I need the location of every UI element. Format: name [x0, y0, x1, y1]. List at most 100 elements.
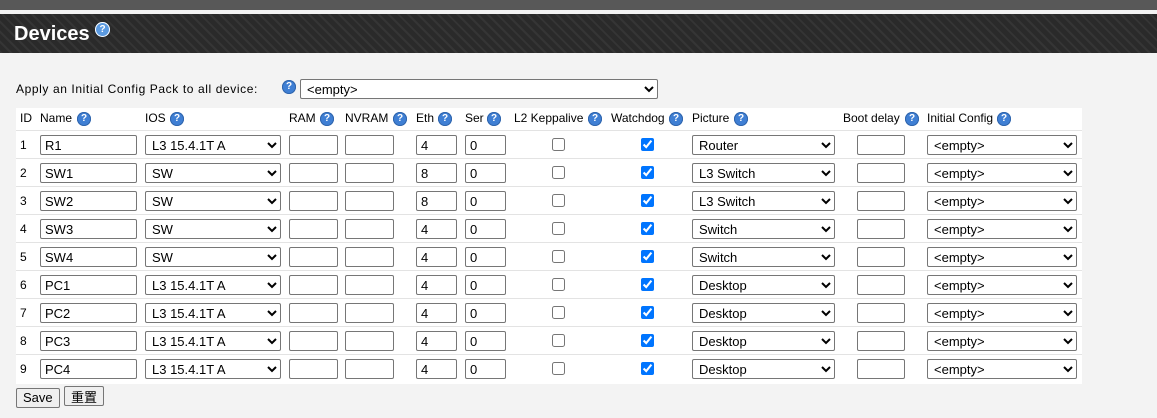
device-l2-keepalive-checkbox[interactable]	[552, 334, 565, 347]
device-watchdog-checkbox[interactable]	[641, 138, 654, 151]
device-ser-input[interactable]	[465, 135, 506, 155]
save-button[interactable]: Save	[16, 387, 60, 408]
device-picture-select[interactable]: Desktop	[692, 275, 835, 295]
device-l2-keepalive-checkbox[interactable]	[552, 250, 565, 263]
device-watchdog-checkbox[interactable]	[641, 166, 654, 179]
device-ios-select[interactable]: L3 15.4.1T A	[145, 275, 281, 295]
device-ram-input[interactable]	[289, 275, 338, 295]
device-ram-input[interactable]	[289, 247, 338, 267]
help-icon[interactable]: ?	[393, 112, 407, 126]
device-watchdog-checkbox[interactable]	[641, 222, 654, 235]
help-icon[interactable]: ?	[320, 112, 334, 126]
device-ios-select[interactable]: SW	[145, 163, 281, 183]
device-ser-input[interactable]	[465, 275, 506, 295]
device-nvram-input[interactable]	[345, 275, 394, 295]
device-ram-input[interactable]	[289, 219, 338, 239]
reset-button[interactable]: 重置	[63, 386, 104, 406]
help-icon[interactable]: ?	[734, 112, 748, 126]
device-watchdog-checkbox[interactable]	[641, 194, 654, 207]
device-nvram-input[interactable]	[345, 303, 394, 323]
device-eth-input[interactable]	[416, 219, 457, 239]
device-ser-input[interactable]	[465, 219, 506, 239]
help-icon[interactable]: ?	[669, 112, 683, 126]
device-picture-select[interactable]: L3 Switch	[692, 163, 835, 183]
device-initial-config-select[interactable]: <empty>	[927, 247, 1077, 267]
device-ios-select[interactable]: SW	[145, 247, 281, 267]
device-ser-input[interactable]	[465, 163, 506, 183]
device-ios-select[interactable]: SW	[145, 191, 281, 211]
device-nvram-input[interactable]	[345, 219, 394, 239]
device-watchdog-checkbox[interactable]	[641, 334, 654, 347]
device-picture-select[interactable]: Switch	[692, 219, 835, 239]
device-ios-select[interactable]: L3 15.4.1T A	[145, 331, 281, 351]
device-picture-select[interactable]: Desktop	[692, 303, 835, 323]
device-boot-delay-input[interactable]	[857, 359, 905, 379]
device-ser-input[interactable]	[465, 359, 506, 379]
device-initial-config-select[interactable]: <empty>	[927, 135, 1077, 155]
apply-config-select[interactable]: <empty>	[300, 79, 658, 99]
device-boot-delay-input[interactable]	[857, 247, 905, 267]
device-ser-input[interactable]	[465, 247, 506, 267]
device-name-input[interactable]	[40, 275, 137, 295]
device-initial-config-select[interactable]: <empty>	[927, 219, 1077, 239]
device-boot-delay-input[interactable]	[857, 275, 905, 295]
device-eth-input[interactable]	[416, 275, 457, 295]
device-name-input[interactable]	[40, 331, 137, 351]
device-watchdog-checkbox[interactable]	[641, 306, 654, 319]
device-eth-input[interactable]	[416, 331, 457, 351]
help-icon[interactable]: ?	[95, 22, 110, 37]
device-boot-delay-input[interactable]	[857, 219, 905, 239]
device-initial-config-select[interactable]: <empty>	[927, 359, 1077, 379]
device-nvram-input[interactable]	[345, 163, 394, 183]
device-l2-keepalive-checkbox[interactable]	[552, 194, 565, 207]
device-picture-select[interactable]: Desktop	[692, 359, 835, 379]
device-eth-input[interactable]	[416, 247, 457, 267]
device-initial-config-select[interactable]: <empty>	[927, 331, 1077, 351]
device-watchdog-checkbox[interactable]	[641, 362, 654, 375]
device-picture-select[interactable]: L3 Switch	[692, 191, 835, 211]
device-boot-delay-input[interactable]	[857, 331, 905, 351]
device-ser-input[interactable]	[465, 191, 506, 211]
device-boot-delay-input[interactable]	[857, 135, 905, 155]
device-eth-input[interactable]	[416, 359, 457, 379]
help-icon[interactable]: ?	[77, 112, 91, 126]
device-boot-delay-input[interactable]	[857, 163, 905, 183]
device-initial-config-select[interactable]: <empty>	[927, 303, 1077, 323]
device-ram-input[interactable]	[289, 191, 338, 211]
device-l2-keepalive-checkbox[interactable]	[552, 222, 565, 235]
device-l2-keepalive-checkbox[interactable]	[552, 138, 565, 151]
device-eth-input[interactable]	[416, 135, 457, 155]
device-name-input[interactable]	[40, 191, 137, 211]
help-icon[interactable]: ?	[905, 112, 919, 126]
device-ios-select[interactable]: L3 15.4.1T A	[145, 303, 281, 323]
device-l2-keepalive-checkbox[interactable]	[552, 362, 565, 375]
device-initial-config-select[interactable]: <empty>	[927, 191, 1077, 211]
device-picture-select[interactable]: Router	[692, 135, 835, 155]
device-watchdog-checkbox[interactable]	[641, 250, 654, 263]
device-name-input[interactable]	[40, 303, 137, 323]
device-name-input[interactable]	[40, 163, 137, 183]
device-nvram-input[interactable]	[345, 191, 394, 211]
device-name-input[interactable]	[40, 247, 137, 267]
device-l2-keepalive-checkbox[interactable]	[552, 278, 565, 291]
help-icon[interactable]: ?	[282, 80, 296, 94]
help-icon[interactable]: ?	[170, 112, 184, 126]
device-l2-keepalive-checkbox[interactable]	[552, 166, 565, 179]
help-icon[interactable]: ?	[997, 112, 1011, 126]
device-nvram-input[interactable]	[345, 247, 394, 267]
device-nvram-input[interactable]	[345, 359, 394, 379]
device-ios-select[interactable]: L3 15.4.1T A	[145, 359, 281, 379]
device-picture-select[interactable]: Switch	[692, 247, 835, 267]
device-initial-config-select[interactable]: <empty>	[927, 275, 1077, 295]
device-eth-input[interactable]	[416, 191, 457, 211]
device-l2-keepalive-checkbox[interactable]	[552, 306, 565, 319]
help-icon[interactable]: ?	[588, 112, 602, 126]
device-ios-select[interactable]: L3 15.4.1T A	[145, 135, 281, 155]
device-ios-select[interactable]: SW	[145, 219, 281, 239]
help-icon[interactable]: ?	[487, 112, 501, 126]
device-name-input[interactable]	[40, 359, 137, 379]
device-ram-input[interactable]	[289, 303, 338, 323]
device-watchdog-checkbox[interactable]	[641, 278, 654, 291]
device-name-input[interactable]	[40, 135, 137, 155]
device-nvram-input[interactable]	[345, 135, 394, 155]
